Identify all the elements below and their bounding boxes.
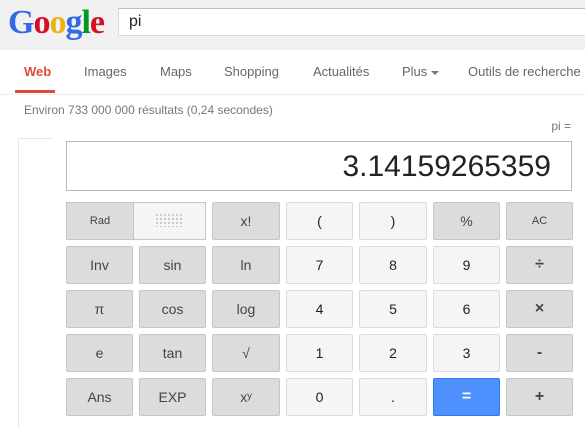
digit-4-button[interactable]: 4 <box>286 290 353 328</box>
logo-letter: o <box>33 4 50 41</box>
factorial-button[interactable]: x! <box>212 202 280 240</box>
logo-letter: o <box>49 4 66 41</box>
sin-button[interactable]: sin <box>139 246 206 284</box>
answer-button[interactable]: Ans <box>66 378 133 416</box>
right-paren-button[interactable]: ) <box>359 202 427 240</box>
digit-2-button[interactable]: 2 <box>359 334 427 372</box>
search-box[interactable]: pi <box>118 8 585 36</box>
digit-0-button[interactable]: 0 <box>286 378 353 416</box>
sqrt-button[interactable]: √ <box>212 334 280 372</box>
left-paren-button[interactable]: ( <box>286 202 353 240</box>
tab-search-tools[interactable]: Outils de recherche <box>468 64 581 79</box>
cos-button[interactable]: cos <box>139 290 206 328</box>
decimal-button[interactable]: . <box>359 378 427 416</box>
divide-button[interactable]: ÷ <box>506 246 573 284</box>
tab-plus[interactable]: Plus <box>402 64 440 79</box>
ln-button[interactable]: ln <box>212 246 280 284</box>
search-input[interactable]: pi <box>129 13 141 31</box>
tab-plus-label: Plus <box>402 64 428 79</box>
plus-button[interactable]: + <box>506 378 573 416</box>
top-bar: Google pi <box>0 0 585 51</box>
multiply-button[interactable]: × <box>506 290 573 328</box>
digit-7-button[interactable]: 7 <box>286 246 353 284</box>
digit-8-button[interactable]: 8 <box>359 246 427 284</box>
minus-button[interactable]: - <box>506 334 573 372</box>
active-tab-indicator <box>15 90 55 93</box>
inverse-button[interactable]: Inv <box>66 246 133 284</box>
logo-letter: l <box>81 4 91 41</box>
tab-web[interactable]: Web <box>24 64 51 79</box>
equals-button[interactable]: = <box>433 378 500 416</box>
logo-letter: e <box>89 4 105 41</box>
calc-expression: pi = <box>551 119 571 133</box>
chevron-down-icon <box>431 70 440 75</box>
deg-grip-icon <box>155 213 183 227</box>
euler-button[interactable]: e <box>66 334 133 372</box>
percent-button[interactable]: % <box>433 202 500 240</box>
digit-9-button[interactable]: 9 <box>433 246 500 284</box>
tab-actualites[interactable]: Actualités <box>313 64 369 79</box>
calculator-result: 3.14159265359 <box>342 150 551 183</box>
digit-5-button[interactable]: 5 <box>359 290 427 328</box>
logo-letter: G <box>8 4 34 41</box>
digit-3-button[interactable]: 3 <box>433 334 500 372</box>
tan-button[interactable]: tan <box>139 334 206 372</box>
rad-button[interactable]: Rad <box>67 203 134 239</box>
tab-images[interactable]: Images <box>84 64 127 79</box>
digit-1-button[interactable]: 1 <box>286 334 353 372</box>
calculator-frame <box>18 138 53 428</box>
tab-maps[interactable]: Maps <box>160 64 192 79</box>
rad-deg-toggle[interactable]: Rad <box>66 202 206 240</box>
power-button[interactable]: xʸ <box>212 378 280 416</box>
digit-6-button[interactable]: 6 <box>433 290 500 328</box>
tab-shopping[interactable]: Shopping <box>224 64 279 79</box>
pi-button[interactable]: π <box>66 290 133 328</box>
exp-button[interactable]: EXP <box>139 378 206 416</box>
google-logo[interactable]: Google <box>8 4 105 41</box>
log-button[interactable]: log <box>212 290 280 328</box>
all-clear-button[interactable]: AC <box>506 202 573 240</box>
result-stats: Environ 733 000 000 résultats (0,24 seco… <box>24 103 273 117</box>
logo-letter: g <box>65 4 82 41</box>
calculator-display: 3.14159265359 <box>66 141 572 191</box>
search-nav: Web Images Maps Shopping Actualités Plus… <box>0 50 585 95</box>
